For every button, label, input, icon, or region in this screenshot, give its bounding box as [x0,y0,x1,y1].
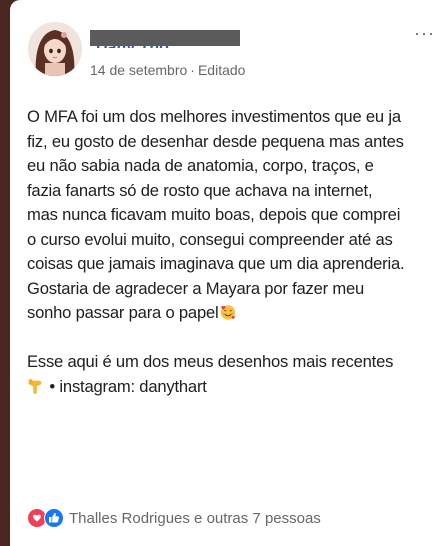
backhand-index-pointing-down-icon [28,378,42,394]
post-line: o curso evolui muito, consegui compreend… [27,229,393,249]
post-line: coisas que jamais imaginava que um dia a… [27,254,405,273]
post-line-with-emoji: • instagram: danythart [27,375,443,400]
more-options-icon[interactable]: ··· [414,24,435,42]
post-line: Gostaria de agradecer a Mayara por fazer… [27,278,365,298]
post-line: fazia fanarts só de rosto que achava na … [27,180,373,200]
author-name-redaction [90,30,240,46]
post-header: Dany Tho 14 de setembro·Editado ··· [10,0,447,95]
edited-label[interactable]: Editado [198,62,245,78]
post-date[interactable]: 14 de setembro [90,62,187,78]
meta-separator: · [190,62,195,78]
smiling-face-with-hearts-icon [220,305,235,320]
reactions-summary[interactable]: Thalles Rodrigues e outras 7 pessoas [69,510,321,527]
post-text: O MFA foi um dos melhores investimentos … [27,105,443,399]
post-line: eu não sabia nada de anatomia, corpo, tr… [27,156,374,175]
post-card: Dany Tho 14 de setembro·Editado ··· O MF… [10,0,447,546]
reactions-bar[interactable]: Thalles Rodrigues e outras 7 pessoas [27,506,321,530]
avatar[interactable] [28,22,82,76]
post-line: fiz, eu gosto de desenhar desde pequena … [27,131,404,151]
like-reaction-icon [44,508,64,528]
avatar-illustration-icon [28,22,82,76]
post-line: mas nunca ficavam muito boas, depois que… [27,205,401,224]
post-line: sonho passar para o papel [27,303,219,322]
reaction-icons[interactable] [27,508,64,528]
post-line: O MFA foi um dos melhores investimentos … [27,107,401,126]
post-line-with-emoji: sonho passar para o papel [27,301,443,326]
instagram-handle[interactable]: • instagram: danythart [45,377,206,396]
post-meta: 14 de setembro · Editado [90,62,245,78]
post-line: Esse aqui é um dos meus desenhos mais re… [27,352,394,371]
